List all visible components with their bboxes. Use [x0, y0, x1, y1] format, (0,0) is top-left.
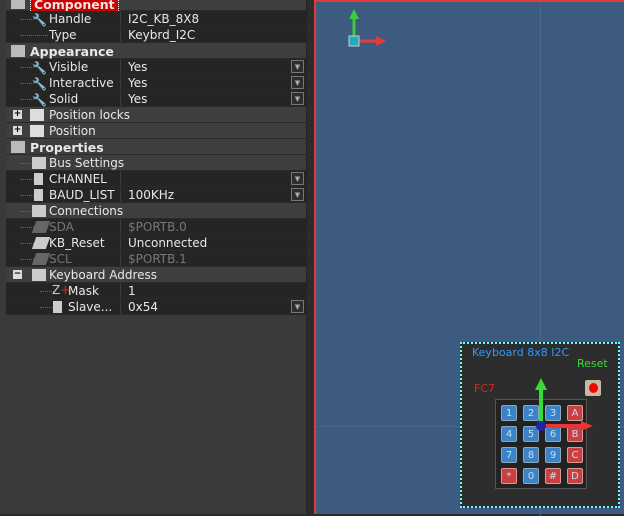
category-component[interactable]: Component — [6, 0, 306, 13]
prop-scl: SCL $PORTB.1 — [6, 251, 306, 267]
key-0[interactable]: 0 — [523, 468, 539, 484]
wrench-icon: 🔧 — [32, 77, 47, 91]
origin-gizmo[interactable] — [340, 5, 390, 50]
category-icon — [11, 45, 25, 57]
wrench-icon: 🔧 — [32, 61, 47, 75]
wrench-icon: 🔧 — [32, 13, 47, 27]
group-keyboard-address[interactable]: − Keyboard Address — [6, 267, 306, 283]
group-connections[interactable]: Connections — [6, 203, 306, 219]
pin-icon — [31, 237, 51, 249]
key-C[interactable]: C — [567, 447, 583, 463]
prop-slave[interactable]: Slave... 0x54 ▼ — [6, 299, 306, 315]
expand-icon[interactable]: + — [13, 110, 22, 119]
dropdown-arrow-icon[interactable]: ▼ — [291, 76, 304, 89]
prop-channel[interactable]: CHANNEL ▼ — [6, 171, 306, 187]
prop-kb-reset[interactable]: KB_Reset Unconnected — [6, 235, 306, 251]
key-*[interactable]: * — [501, 468, 517, 484]
key-4[interactable]: 4 — [501, 426, 517, 442]
pin-icon — [31, 253, 51, 265]
keyboard-title: Keyboard 8x8 I2C — [472, 346, 570, 359]
dropdown-arrow-icon[interactable]: ▼ — [291, 300, 304, 313]
pin-label: FC7 — [474, 382, 496, 395]
prop-solid[interactable]: 🔧 Solid Yes ▼ — [6, 91, 306, 107]
reset-label: Reset — [577, 357, 608, 370]
wrench-icon: 🔧 — [32, 93, 47, 107]
key-D[interactable]: D — [567, 468, 583, 484]
splitter[interactable] — [307, 0, 314, 514]
list-icon — [53, 301, 62, 313]
collapse-icon[interactable]: − — [13, 270, 22, 279]
prop-visible[interactable]: 🔧 Visible Yes ▼ — [6, 59, 306, 75]
category-icon — [11, 141, 25, 153]
prop-baud-list[interactable]: BAUD_LIST 100KHz ▼ — [6, 187, 306, 203]
mask-icon: Z+ — [52, 283, 71, 297]
category-icon — [11, 0, 25, 9]
key-1[interactable]: 1 — [501, 405, 517, 421]
key-#[interactable]: # — [545, 468, 561, 484]
key-9[interactable]: 9 — [545, 447, 561, 463]
list-icon — [34, 189, 43, 201]
folder-open-icon — [32, 269, 46, 281]
prop-type[interactable]: Type Keybrd_I2C — [6, 27, 306, 43]
list-icon — [34, 173, 43, 185]
category-appearance[interactable]: Appearance — [6, 43, 306, 59]
origin-handle[interactable] — [348, 35, 360, 47]
group-bus-settings[interactable]: Bus Settings — [6, 155, 306, 171]
dropdown-arrow-icon[interactable]: ▼ — [291, 172, 304, 185]
prop-handle[interactable]: 🔧 Handle I2C_KB_8X8 — [6, 11, 306, 27]
dropdown-arrow-icon[interactable]: ▼ — [291, 60, 304, 73]
category-properties[interactable]: Properties — [6, 139, 306, 155]
prop-mask[interactable]: Z+ Mask 1 — [6, 283, 306, 299]
pin-icon — [31, 221, 51, 233]
move-gizmo[interactable] — [527, 374, 597, 434]
prop-interactive[interactable]: 🔧 Interactive Yes ▼ — [6, 75, 306, 91]
folder-icon — [30, 109, 44, 121]
folder-open-icon — [32, 157, 46, 169]
expand-icon[interactable]: + — [13, 126, 22, 135]
properties-panel: Component 🔧 Handle I2C_KB_8X8 Type Keybrd_I… — [0, 0, 307, 514]
folder-open-icon — [32, 205, 46, 217]
group-position-locks[interactable]: + Position locks — [6, 107, 306, 123]
dropdown-arrow-icon[interactable]: ▼ — [291, 188, 304, 201]
group-position[interactable]: + Position — [6, 123, 306, 139]
key-8[interactable]: 8 — [523, 447, 539, 463]
prop-sda: SDA $PORTB.0 — [6, 219, 306, 235]
key-7[interactable]: 7 — [501, 447, 517, 463]
keyboard-component[interactable]: Keyboard 8x8 I2C Reset FC7 1 2 3 A 4 5 6 B 7 8 9 C *… — [460, 342, 620, 508]
folder-icon — [30, 125, 44, 137]
dropdown-arrow-icon[interactable]: ▼ — [291, 92, 304, 105]
